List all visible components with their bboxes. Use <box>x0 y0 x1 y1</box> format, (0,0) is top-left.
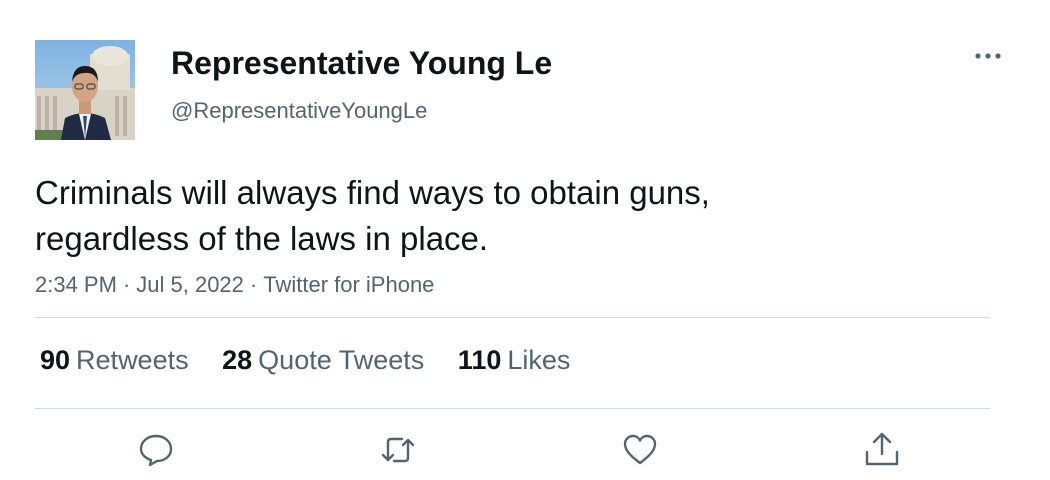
like-icon[interactable] <box>620 430 660 470</box>
divider <box>35 317 990 318</box>
likes-stat[interactable]: 110 Likes <box>458 343 571 377</box>
user-handle[interactable]: @RepresentativeYoungLe <box>171 97 427 125</box>
engagement-stats: 90 Retweets 28 Quote Tweets 110 Likes <box>40 343 596 377</box>
tweet-date[interactable]: Jul 5, 2022 <box>136 272 244 297</box>
quote-tweets-stat[interactable]: 28 Quote Tweets <box>222 343 424 377</box>
tweet-source[interactable]: Twitter for iPhone <box>263 272 434 297</box>
share-icon[interactable] <box>862 430 902 470</box>
quote-tweets-count: 28 <box>222 345 253 375</box>
display-name[interactable]: Representative Young Le <box>171 44 552 82</box>
tweet-time[interactable]: 2:34 PM <box>35 272 117 297</box>
reply-icon[interactable] <box>136 430 176 470</box>
profile-photo <box>35 40 135 140</box>
meta-separator: · <box>122 272 131 297</box>
tweet-text: Criminals will always find ways to obtai… <box>35 170 935 262</box>
tweet-text-line: Criminals will always find ways to obtai… <box>35 174 710 211</box>
likes-count: 110 <box>457 345 502 375</box>
more-options-icon[interactable] <box>968 42 1008 70</box>
tweet-meta: 2:34 PM · Jul 5, 2022 · Twitter for iPhone <box>35 271 434 299</box>
tweet-text-line: regardless of the laws in place. <box>35 220 489 257</box>
likes-label: Likes <box>507 345 571 375</box>
quote-tweets-label: Quote Tweets <box>258 345 425 375</box>
divider <box>35 408 990 409</box>
avatar[interactable] <box>35 40 135 140</box>
retweets-stat[interactable]: 90 Retweets <box>40 343 189 377</box>
retweets-count: 90 <box>40 345 71 375</box>
retweets-label: Retweets <box>76 345 189 375</box>
retweet-icon[interactable] <box>378 430 418 470</box>
meta-separator: · <box>249 272 258 297</box>
